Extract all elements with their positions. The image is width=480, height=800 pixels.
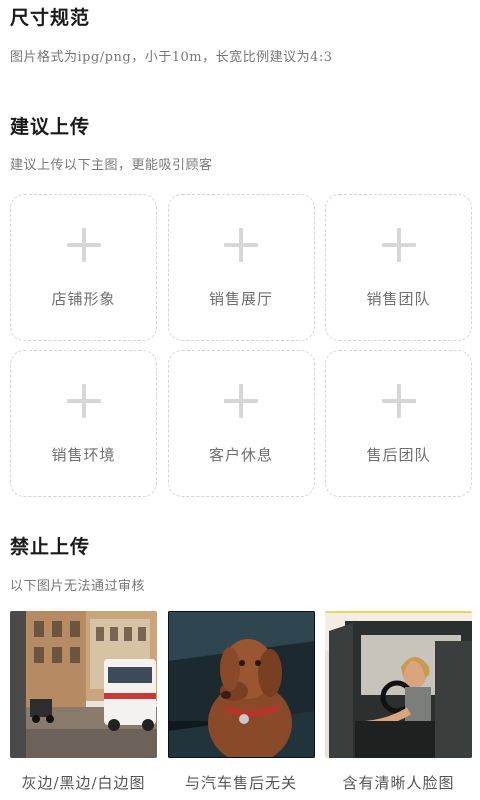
plus-icon [66,384,101,418]
suggest-title: 建议上传 [10,116,91,138]
street-van-photo [10,611,157,758]
forbidden-example-label: 与汽车售后无关 [184,774,297,792]
upload-slot-label: 店铺形象 [51,290,116,308]
forbidden-example: 灰边/黑边/白边图 [10,611,157,793]
forbidden-example: 含有清晰人脸图 [325,611,472,793]
upload-slot-sales-team[interactable]: 销售团队 [325,194,472,341]
upload-slot-label: 客户休息 [208,446,273,464]
forbidden-example: 与汽车售后无关 [167,611,315,793]
dog-in-car-photo [167,611,315,758]
forbidden-example-label: 灰边/黑边/白边图 [21,774,146,792]
upload-slot-label: 售后团队 [366,446,431,464]
upload-slot-showroom[interactable]: 销售展厅 [167,194,315,341]
forbid-desc: 以下图片无法通过审核 [10,579,146,594]
forbid-title: 禁止上传 [10,536,91,558]
upload-slot-sales-environment[interactable]: 销售环境 [10,350,157,497]
upload-slot-customer-lounge[interactable]: 客户休息 [167,350,315,497]
plus-icon [66,228,101,262]
plus-icon [224,384,258,418]
suggest-desc: 建议上传以下主图，更能吸引顾客 [10,158,213,173]
plus-icon [381,384,416,418]
man-in-car-photo [325,611,472,758]
upload-slot-label: 销售环境 [51,446,116,464]
upload-slot-after-sales-team[interactable]: 售后团队 [325,350,472,497]
upload-slot-label: 销售展厅 [208,290,273,308]
size-spec-desc: 图片格式为ipg/png，小于10m，长宽比例建议为4:3 [10,50,333,65]
upload-grid: 店铺形象 销售展厅 销售团队 销售环境 客户休息 售后团队 [10,194,472,497]
upload-slot-store-image[interactable]: 店铺形象 [10,194,157,341]
plus-icon [381,228,416,262]
upload-slot-label: 销售团队 [366,290,431,308]
plus-icon [224,228,258,262]
forbidden-example-label: 含有清晰人脸图 [342,774,455,792]
forbidden-examples: 灰边/黑边/白边图 与汽车售后无关 含有清晰人脸图 [10,611,472,793]
size-spec-title: 尺寸规范 [10,7,91,29]
